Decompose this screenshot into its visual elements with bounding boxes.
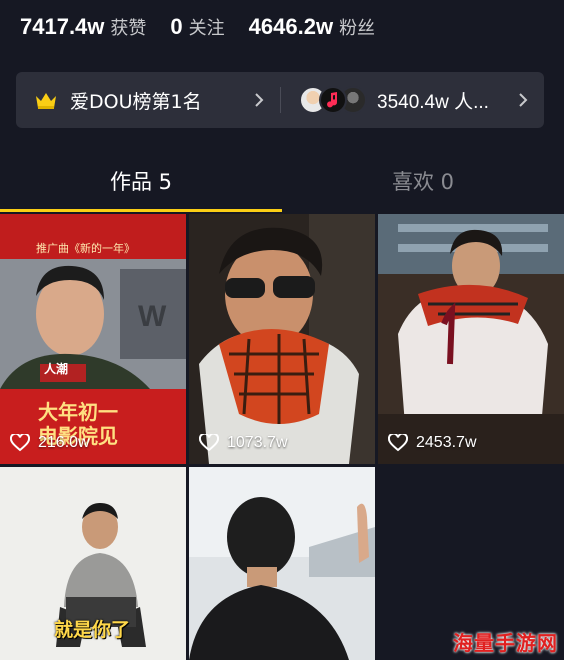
video-tag: 人潮 — [44, 362, 69, 376]
dou-rank-entry[interactable]: 爱DOU榜第1名 — [16, 72, 280, 128]
thumbnail-image — [189, 214, 375, 464]
heart-icon — [10, 434, 30, 452]
following-count: 0 — [170, 14, 183, 39]
likes-stat[interactable]: 7417.4w 获赞 — [20, 14, 146, 40]
video-thumbnail[interactable]: 2453.7w — [378, 214, 564, 464]
active-tab-indicator — [0, 209, 282, 212]
rank-bar: 爱DOU榜第1名 3540.4w 人... — [16, 72, 544, 128]
video-top-banner: 推广曲《新的一年》 — [36, 242, 135, 255]
tab-works[interactable]: 作品 5 — [0, 150, 282, 212]
fan-avatars — [299, 86, 367, 114]
crown-icon — [36, 93, 56, 109]
tab-works-label: 作品 5 — [109, 170, 173, 194]
like-count: 2453.7w — [388, 434, 477, 452]
following-label: 关注 — [188, 18, 225, 39]
video-thumbnail[interactable] — [189, 467, 375, 660]
like-count-value: 2453.7w — [416, 434, 477, 451]
tab-likes[interactable]: 喜欢 0 — [282, 150, 564, 212]
video-thumbnail[interactable]: W 推广曲《新的一年》 人潮 大年初一 电影院见 216.0w — [0, 214, 186, 464]
followers-stat[interactable]: 4646.2w 粉丝 — [249, 14, 375, 40]
like-count-value: 1073.7w — [227, 434, 288, 451]
music-note-icon — [327, 92, 338, 108]
fan-club-entry[interactable]: 3540.4w 人... — [281, 72, 544, 128]
heart-icon — [199, 434, 219, 452]
thumbnail-image — [189, 467, 375, 660]
video-grid: W 推广曲《新的一年》 人潮 大年初一 电影院见 216.0w 1073.7w … — [0, 214, 564, 660]
following-stat[interactable]: 0 关注 — [170, 14, 224, 40]
avatar — [319, 86, 347, 114]
chevron-right-icon — [255, 93, 264, 107]
like-count: 1073.7w — [199, 434, 288, 452]
tab-likes-label: 喜欢 0 — [391, 170, 455, 194]
likes-label: 获赞 — [110, 18, 147, 39]
svg-text:W: W — [138, 300, 167, 333]
like-count-value: 216.0w — [38, 434, 90, 451]
video-thumbnail[interactable]: 1073.7w — [189, 214, 375, 464]
video-caption: 就是你了 — [54, 619, 131, 641]
like-count: 216.0w — [10, 434, 90, 452]
profile-stats: 7417.4w 获赞 0 关注 4646.2w 粉丝 — [20, 14, 399, 48]
fan-club-count: 3540.4w 人... — [377, 91, 489, 113]
heart-icon — [388, 434, 408, 452]
rank-label: 爱DOU榜第1名 — [70, 90, 202, 113]
profile-tabs: 作品 5 喜欢 0 — [0, 150, 564, 212]
chevron-right-icon — [519, 93, 528, 107]
followers-count: 4646.2w — [248, 14, 334, 39]
likes-count: 7417.4w — [20, 14, 105, 39]
thumbnail-image — [378, 214, 564, 464]
followers-label: 粉丝 — [339, 18, 376, 39]
video-thumbnail[interactable]: 就是你了 — [0, 467, 186, 660]
watermark-logo: 海量手游网 — [453, 631, 558, 655]
